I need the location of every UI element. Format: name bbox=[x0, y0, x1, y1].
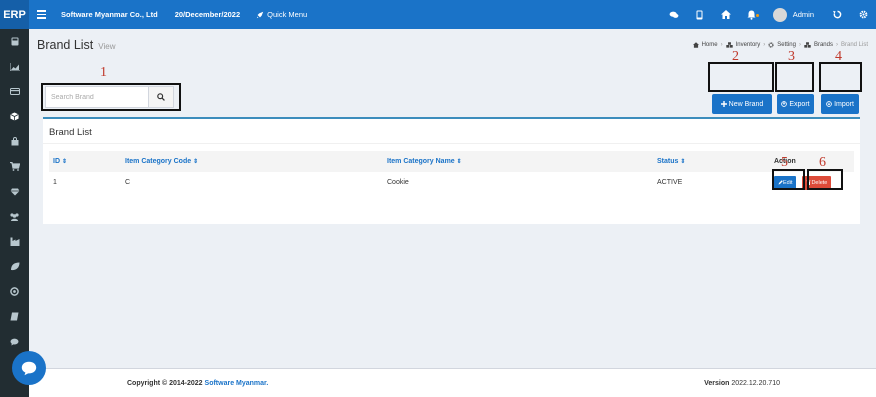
leaf-icon[interactable] bbox=[0, 254, 29, 279]
import-label: Import bbox=[834, 100, 854, 108]
brand-list-panel: Brand List ID ⇕ Item Category Code ⇕ Ite… bbox=[43, 117, 860, 224]
company-link[interactable]: Software Myanmar. bbox=[205, 380, 269, 387]
annotation-number-5: 5 bbox=[781, 155, 788, 170]
breadcrumb-current: Brand List bbox=[840, 42, 868, 48]
refresh-icon[interactable] bbox=[824, 10, 850, 19]
factory-icon[interactable] bbox=[0, 229, 29, 254]
table-header-row: ID ⇕ Item Category Code ⇕ Item Category … bbox=[49, 151, 854, 172]
quick-menu-link[interactable]: Quick Menu bbox=[256, 10, 307, 19]
sidebar bbox=[0, 29, 29, 397]
cubes-icon bbox=[725, 42, 733, 48]
annotation-number-4: 4 bbox=[835, 49, 842, 64]
home-icon[interactable] bbox=[713, 10, 739, 19]
book-icon[interactable] bbox=[0, 304, 29, 329]
version-info: Version 2022.12.20.710 bbox=[704, 380, 780, 387]
brand-table: ID ⇕ Item Category Code ⇕ Item Category … bbox=[49, 151, 854, 193]
table-row: 1 C Cookie ACTIVE Edit Delete bbox=[49, 172, 854, 193]
page-title: Brand List bbox=[37, 38, 94, 52]
notification-bell-icon[interactable] bbox=[739, 10, 765, 20]
chat-icon[interactable] bbox=[0, 329, 29, 354]
settings-gear-icon[interactable] bbox=[850, 10, 876, 19]
breadcrumb: Home › Inventory › Setting › Brands › Br… bbox=[692, 42, 868, 48]
gear-icon bbox=[768, 42, 774, 48]
sort-icon: ⇕ bbox=[456, 159, 462, 165]
cubes-icon bbox=[804, 42, 811, 48]
company-name: Software Myanmar Co., Ltd bbox=[61, 10, 158, 19]
breadcrumb-brands[interactable]: Brands bbox=[814, 42, 833, 48]
annotation-number-3: 3 bbox=[788, 49, 795, 64]
annotation-box-4 bbox=[819, 62, 862, 92]
quick-menu-label: Quick Menu bbox=[267, 10, 308, 19]
column-header-id[interactable]: ID ⇕ bbox=[49, 151, 121, 172]
import-button[interactable]: Import bbox=[821, 94, 859, 114]
column-header-status[interactable]: Status ⇕ bbox=[653, 151, 770, 172]
sort-icon: ⇕ bbox=[680, 159, 686, 165]
new-brand-button[interactable]: New Brand bbox=[712, 94, 772, 114]
breadcrumb-home[interactable]: Home bbox=[702, 42, 718, 48]
cube-icon[interactable] bbox=[0, 104, 29, 129]
calculator-icon[interactable] bbox=[0, 29, 29, 54]
plus-icon bbox=[720, 101, 727, 107]
cell-status: ACTIVE bbox=[657, 179, 683, 186]
tablet-icon[interactable] bbox=[687, 10, 713, 20]
export-button[interactable]: Export bbox=[777, 94, 814, 114]
annotation-box-5 bbox=[772, 169, 805, 190]
main-content: Brand List View Home › Inventory › Setti… bbox=[29, 29, 876, 368]
new-brand-label: New Brand bbox=[728, 100, 764, 108]
top-navbar: ERP Software Myanmar Co., Ltd 20/Decembe… bbox=[0, 0, 876, 29]
annotation-box-1 bbox=[41, 83, 181, 111]
annotation-number-1: 1 bbox=[100, 65, 107, 80]
annotation-number-6: 6 bbox=[819, 155, 826, 170]
sort-icon: ⇕ bbox=[61, 159, 67, 165]
breadcrumb-separator: › bbox=[835, 42, 838, 48]
copyright: Copyright © 2014-2022 Software Myanmar. bbox=[127, 380, 268, 387]
breadcrumb-inventory[interactable]: Inventory bbox=[736, 42, 761, 48]
settings-wheel-icon[interactable] bbox=[0, 279, 29, 304]
annotation-box-3 bbox=[775, 62, 814, 92]
breadcrumb-separator: › bbox=[763, 42, 766, 48]
copyright-text: Copyright © 2014-2022 bbox=[127, 379, 205, 387]
cart-icon[interactable] bbox=[0, 154, 29, 179]
breadcrumb-setting[interactable]: Setting bbox=[777, 42, 796, 48]
bag-icon[interactable] bbox=[0, 129, 29, 154]
chart-icon[interactable] bbox=[0, 54, 29, 79]
messages-icon[interactable] bbox=[661, 11, 687, 19]
notification-dot bbox=[755, 13, 759, 17]
breadcrumb-separator: › bbox=[798, 42, 801, 48]
app-logo[interactable]: ERP bbox=[0, 0, 29, 29]
annotation-box-2 bbox=[708, 62, 774, 92]
export-label: Export bbox=[789, 100, 810, 108]
panel-title: Brand List bbox=[49, 127, 92, 138]
diamond-icon[interactable] bbox=[0, 179, 29, 204]
column-header-code[interactable]: Item Category Code ⇕ bbox=[121, 151, 383, 172]
divider bbox=[43, 143, 860, 144]
chat-bubble-icon bbox=[21, 361, 37, 376]
rocket-icon bbox=[256, 11, 264, 18]
import-icon bbox=[826, 101, 832, 107]
top-right-tools: Admin bbox=[661, 0, 876, 29]
sort-icon: ⇕ bbox=[193, 159, 199, 165]
avatar[interactable] bbox=[772, 7, 787, 22]
card-icon[interactable] bbox=[0, 79, 29, 104]
version-label: Version bbox=[704, 379, 730, 387]
footer: Copyright © 2014-2022 Software Myanmar. … bbox=[29, 368, 876, 397]
current-date: 20/December/2022 bbox=[174, 10, 241, 19]
export-icon bbox=[781, 101, 788, 107]
user-name[interactable]: Admin bbox=[793, 10, 814, 19]
menu-toggle-icon[interactable] bbox=[37, 10, 46, 19]
breadcrumb-separator: › bbox=[720, 42, 723, 48]
cell-id: 1 bbox=[53, 179, 57, 186]
page-header: Brand List View bbox=[37, 38, 115, 52]
version-number: 2022.12.20.710 bbox=[731, 379, 780, 387]
chat-widget-button[interactable] bbox=[12, 351, 46, 385]
cell-code: C bbox=[125, 179, 131, 186]
cell-name: Cookie bbox=[387, 179, 409, 186]
page-subtitle: View bbox=[98, 42, 116, 51]
annotation-number-2: 2 bbox=[732, 49, 739, 64]
home-icon bbox=[692, 42, 699, 48]
annotation-box-6 bbox=[807, 169, 843, 190]
users-icon[interactable] bbox=[0, 204, 29, 229]
column-header-name[interactable]: Item Category Name ⇕ bbox=[383, 151, 653, 172]
